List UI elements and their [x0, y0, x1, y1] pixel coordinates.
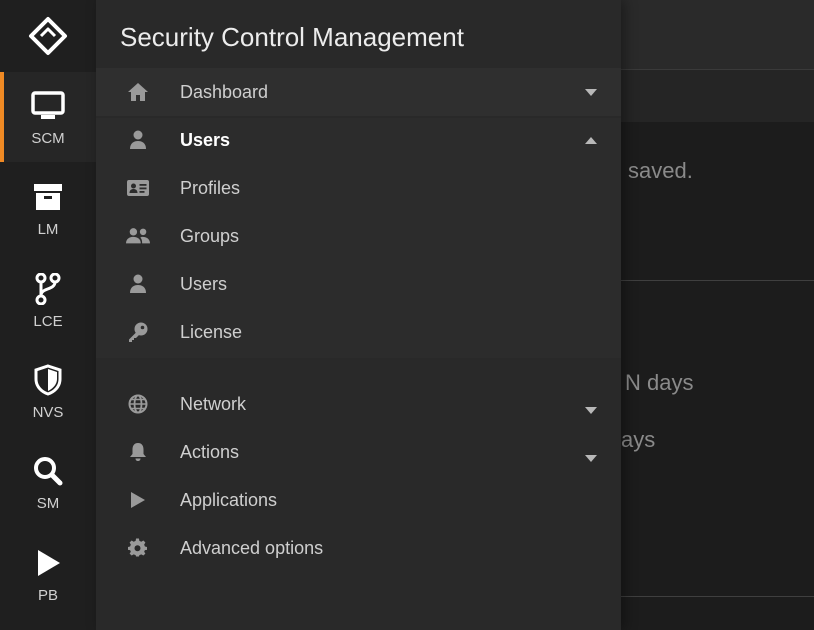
- background-text-ays: ays: [621, 427, 656, 452]
- home-icon: [126, 80, 150, 104]
- nav-item-applications[interactable]: Applications: [96, 476, 621, 524]
- background-text-saved: saved.: [628, 158, 693, 183]
- bell-icon: [126, 440, 150, 464]
- rail-item-lm[interactable]: LM: [0, 163, 96, 253]
- nav-item-actions[interactable]: Actions: [96, 428, 621, 476]
- nav-item-label: Profiles: [180, 177, 241, 198]
- nav-item-label: Network: [180, 393, 247, 414]
- user-icon: [126, 128, 150, 152]
- play-icon: [30, 545, 66, 581]
- nav-item-dashboard[interactable]: Dashboard: [96, 68, 621, 116]
- chevron-down-icon[interactable]: [582, 449, 600, 467]
- nav-item-network[interactable]: Network: [96, 380, 621, 428]
- archive-icon: [30, 179, 66, 215]
- nav-item-label: Actions: [180, 441, 240, 462]
- nav-item-license[interactable]: License: [96, 308, 621, 356]
- nav-item-label: Groups: [180, 225, 240, 246]
- monitor-icon: [30, 88, 66, 124]
- nav-item-label: Dashboard: [180, 81, 269, 102]
- rail-item-nvs[interactable]: NVS: [0, 346, 96, 436]
- background-text-days: N days: [625, 370, 694, 395]
- rail-item-label: PB: [37, 586, 58, 604]
- navigation-drawer: Security Control Management Dashboard Us…: [96, 0, 621, 630]
- user-icon: [126, 272, 150, 296]
- app-root: saved. N days ays SCM LM LCE NVS SM PB S…: [0, 0, 814, 630]
- rail-item-label: SCM: [31, 129, 65, 147]
- nav-item-users-group[interactable]: Users: [96, 116, 621, 164]
- drawer-title: Security Control Management: [120, 22, 464, 52]
- nav-item-label: Users: [180, 273, 228, 294]
- key-icon: [126, 320, 150, 344]
- nav-item-label: Advanced options: [180, 537, 324, 558]
- background-divider: [621, 280, 814, 281]
- group-icon: [126, 224, 150, 248]
- nav-item-label: License: [180, 321, 243, 342]
- nav-item-users[interactable]: Users: [96, 260, 621, 308]
- app-rail: SCM LM LCE NVS SM PB: [0, 0, 96, 630]
- logo-icon: [29, 17, 67, 55]
- shield-icon: [30, 362, 66, 398]
- branch-icon: [30, 271, 66, 307]
- background-divider-bottom: [621, 596, 814, 597]
- gear-icon: [126, 536, 150, 560]
- rail-item-label: LCE: [33, 312, 63, 330]
- nav-item-groups[interactable]: Groups: [96, 212, 621, 260]
- chevron-down-icon[interactable]: [582, 83, 600, 101]
- nav-item-label: Applications: [180, 489, 278, 510]
- rail-item-pb[interactable]: PB: [0, 529, 96, 619]
- id-card-icon: [126, 176, 150, 200]
- nav-item-profiles[interactable]: Profiles: [96, 164, 621, 212]
- play-icon: [126, 488, 150, 512]
- chevron-down-icon[interactable]: [582, 401, 600, 419]
- globe-icon: [126, 392, 150, 416]
- rail-item-label: NVS: [32, 403, 64, 421]
- nav-item-label: Users: [180, 129, 231, 150]
- rail-item-lce[interactable]: LCE: [0, 255, 96, 345]
- chevron-up-icon[interactable]: [582, 131, 600, 149]
- search-icon: [30, 453, 66, 489]
- logo[interactable]: [0, 0, 96, 72]
- nav-item-advanced-options[interactable]: Advanced options: [96, 524, 621, 572]
- rail-item-sm[interactable]: SM: [0, 437, 96, 527]
- rail-item-label: SM: [36, 494, 60, 512]
- rail-item-scm[interactable]: SCM: [0, 72, 96, 162]
- rail-item-label: LM: [37, 220, 59, 238]
